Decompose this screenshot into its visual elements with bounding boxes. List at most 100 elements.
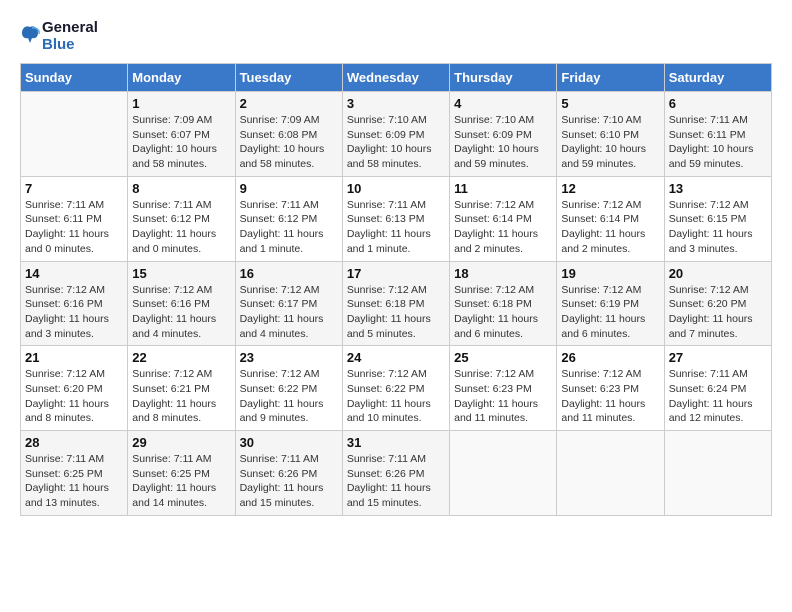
day-number: 28 bbox=[25, 435, 123, 450]
day-cell: 10 Sunrise: 7:11 AM Sunset: 6:13 PM Dayli… bbox=[342, 176, 449, 261]
calendar-header: SundayMondayTuesdayWednesdayThursdayFrid… bbox=[21, 64, 772, 92]
day-info: Sunrise: 7:12 AM Sunset: 6:17 PM Dayligh… bbox=[240, 283, 338, 342]
day-number: 16 bbox=[240, 266, 338, 281]
day-number: 30 bbox=[240, 435, 338, 450]
day-cell: 27 Sunrise: 7:11 AM Sunset: 6:24 PM Dayli… bbox=[664, 346, 771, 431]
day-info: Sunrise: 7:12 AM Sunset: 6:20 PM Dayligh… bbox=[669, 283, 767, 342]
day-cell: 6 Sunrise: 7:11 AM Sunset: 6:11 PM Daylig… bbox=[664, 92, 771, 177]
day-info: Sunrise: 7:12 AM Sunset: 6:14 PM Dayligh… bbox=[561, 198, 659, 257]
day-cell: 1 Sunrise: 7:09 AM Sunset: 6:07 PM Daylig… bbox=[128, 92, 235, 177]
week-row-5: 28 Sunrise: 7:11 AM Sunset: 6:25 PM Dayli… bbox=[21, 431, 772, 516]
day-info: Sunrise: 7:12 AM Sunset: 6:16 PM Dayligh… bbox=[25, 283, 123, 342]
week-row-1: 1 Sunrise: 7:09 AM Sunset: 6:07 PM Daylig… bbox=[21, 92, 772, 177]
day-number: 9 bbox=[240, 181, 338, 196]
day-info: Sunrise: 7:12 AM Sunset: 6:14 PM Dayligh… bbox=[454, 198, 552, 257]
day-info: Sunrise: 7:12 AM Sunset: 6:21 PM Dayligh… bbox=[132, 367, 230, 426]
day-cell: 8 Sunrise: 7:11 AM Sunset: 6:12 PM Daylig… bbox=[128, 176, 235, 261]
header-cell-tuesday: Tuesday bbox=[235, 64, 342, 92]
day-number: 29 bbox=[132, 435, 230, 450]
header-row: SundayMondayTuesdayWednesdayThursdayFrid… bbox=[21, 64, 772, 92]
day-info: Sunrise: 7:12 AM Sunset: 6:15 PM Dayligh… bbox=[669, 198, 767, 257]
header-cell-saturday: Saturday bbox=[664, 64, 771, 92]
day-cell: 22 Sunrise: 7:12 AM Sunset: 6:21 PM Dayli… bbox=[128, 346, 235, 431]
day-info: Sunrise: 7:11 AM Sunset: 6:11 PM Dayligh… bbox=[25, 198, 123, 257]
day-cell: 12 Sunrise: 7:12 AM Sunset: 6:14 PM Dayli… bbox=[557, 176, 664, 261]
header-cell-sunday: Sunday bbox=[21, 64, 128, 92]
day-number: 6 bbox=[669, 96, 767, 111]
day-cell: 29 Sunrise: 7:11 AM Sunset: 6:25 PM Dayli… bbox=[128, 431, 235, 516]
day-cell: 17 Sunrise: 7:12 AM Sunset: 6:18 PM Dayli… bbox=[342, 261, 449, 346]
day-number: 12 bbox=[561, 181, 659, 196]
day-cell: 13 Sunrise: 7:12 AM Sunset: 6:15 PM Dayli… bbox=[664, 176, 771, 261]
day-cell: 24 Sunrise: 7:12 AM Sunset: 6:22 PM Dayli… bbox=[342, 346, 449, 431]
logo: General Blue bbox=[20, 20, 98, 53]
day-info: Sunrise: 7:12 AM Sunset: 6:19 PM Dayligh… bbox=[561, 283, 659, 342]
day-cell: 28Sunrise: 7:11 AM Sunset: 6:25 PM Dayli… bbox=[21, 431, 128, 516]
day-info: Sunrise: 7:12 AM Sunset: 6:16 PM Dayligh… bbox=[132, 283, 230, 342]
day-info: Sunrise: 7:11 AM Sunset: 6:26 PM Dayligh… bbox=[240, 452, 338, 511]
day-cell: 3 Sunrise: 7:10 AM Sunset: 6:09 PM Daylig… bbox=[342, 92, 449, 177]
day-cell bbox=[21, 92, 128, 177]
day-number: 8 bbox=[132, 181, 230, 196]
day-cell: 25Sunrise: 7:12 AM Sunset: 6:23 PM Dayli… bbox=[450, 346, 557, 431]
day-number: 14 bbox=[25, 266, 123, 281]
day-number: 15 bbox=[132, 266, 230, 281]
calendar-table: SundayMondayTuesdayWednesdayThursdayFrid… bbox=[20, 63, 772, 516]
day-info: Sunrise: 7:10 AM Sunset: 6:09 PM Dayligh… bbox=[454, 113, 552, 172]
header-cell-friday: Friday bbox=[557, 64, 664, 92]
day-number: 22 bbox=[132, 350, 230, 365]
day-number: 25 bbox=[454, 350, 552, 365]
day-number: 17 bbox=[347, 266, 445, 281]
day-number: 26 bbox=[561, 350, 659, 365]
day-number: 4 bbox=[454, 96, 552, 111]
header-cell-wednesday: Wednesday bbox=[342, 64, 449, 92]
day-cell: 9Sunrise: 7:11 AM Sunset: 6:12 PM Daylig… bbox=[235, 176, 342, 261]
day-cell: 7 Sunrise: 7:11 AM Sunset: 6:11 PM Daylig… bbox=[21, 176, 128, 261]
day-info: Sunrise: 7:12 AM Sunset: 6:18 PM Dayligh… bbox=[454, 283, 552, 342]
day-info: Sunrise: 7:11 AM Sunset: 6:24 PM Dayligh… bbox=[669, 367, 767, 426]
day-number: 27 bbox=[669, 350, 767, 365]
day-cell bbox=[664, 431, 771, 516]
day-info: Sunrise: 7:12 AM Sunset: 6:22 PM Dayligh… bbox=[347, 367, 445, 426]
day-number: 20 bbox=[669, 266, 767, 281]
day-number: 3 bbox=[347, 96, 445, 111]
day-cell: 23 Sunrise: 7:12 AM Sunset: 6:22 PM Dayli… bbox=[235, 346, 342, 431]
day-info: Sunrise: 7:11 AM Sunset: 6:26 PM Dayligh… bbox=[347, 452, 445, 511]
day-info: Sunrise: 7:11 AM Sunset: 6:11 PM Dayligh… bbox=[669, 113, 767, 172]
day-info: Sunrise: 7:11 AM Sunset: 6:25 PM Dayligh… bbox=[132, 452, 230, 511]
day-number: 7 bbox=[25, 181, 123, 196]
day-info: Sunrise: 7:11 AM Sunset: 6:12 PM Dayligh… bbox=[132, 198, 230, 257]
day-cell: 11 Sunrise: 7:12 AM Sunset: 6:14 PM Dayli… bbox=[450, 176, 557, 261]
day-cell: 20 Sunrise: 7:12 AM Sunset: 6:20 PM Dayli… bbox=[664, 261, 771, 346]
day-info: Sunrise: 7:09 AM Sunset: 6:07 PM Dayligh… bbox=[132, 113, 230, 172]
week-row-4: 21Sunrise: 7:12 AM Sunset: 6:20 PM Dayli… bbox=[21, 346, 772, 431]
day-info: Sunrise: 7:12 AM Sunset: 6:23 PM Dayligh… bbox=[561, 367, 659, 426]
day-cell: 21Sunrise: 7:12 AM Sunset: 6:20 PM Dayli… bbox=[21, 346, 128, 431]
day-number: 24 bbox=[347, 350, 445, 365]
page-header: General Blue bbox=[20, 20, 772, 53]
day-cell: 4 Sunrise: 7:10 AM Sunset: 6:09 PM Daylig… bbox=[450, 92, 557, 177]
header-cell-thursday: Thursday bbox=[450, 64, 557, 92]
day-info: Sunrise: 7:09 AM Sunset: 6:08 PM Dayligh… bbox=[240, 113, 338, 172]
day-info: Sunrise: 7:12 AM Sunset: 6:18 PM Dayligh… bbox=[347, 283, 445, 342]
day-info: Sunrise: 7:11 AM Sunset: 6:13 PM Dayligh… bbox=[347, 198, 445, 257]
day-cell: 14 Sunrise: 7:12 AM Sunset: 6:16 PM Dayli… bbox=[21, 261, 128, 346]
day-number: 23 bbox=[240, 350, 338, 365]
day-info: Sunrise: 7:10 AM Sunset: 6:10 PM Dayligh… bbox=[561, 113, 659, 172]
day-number: 13 bbox=[669, 181, 767, 196]
day-cell: 5 Sunrise: 7:10 AM Sunset: 6:10 PM Daylig… bbox=[557, 92, 664, 177]
day-number: 10 bbox=[347, 181, 445, 196]
day-number: 19 bbox=[561, 266, 659, 281]
day-info: Sunrise: 7:12 AM Sunset: 6:22 PM Dayligh… bbox=[240, 367, 338, 426]
day-number: 5 bbox=[561, 96, 659, 111]
day-number: 1 bbox=[132, 96, 230, 111]
day-number: 31 bbox=[347, 435, 445, 450]
day-cell: 2 Sunrise: 7:09 AM Sunset: 6:08 PM Daylig… bbox=[235, 92, 342, 177]
day-info: Sunrise: 7:10 AM Sunset: 6:09 PM Dayligh… bbox=[347, 113, 445, 172]
day-cell bbox=[450, 431, 557, 516]
day-number: 21 bbox=[25, 350, 123, 365]
day-number: 11 bbox=[454, 181, 552, 196]
day-cell: 19 Sunrise: 7:12 AM Sunset: 6:19 PM Dayli… bbox=[557, 261, 664, 346]
day-cell: 26 Sunrise: 7:12 AM Sunset: 6:23 PM Dayli… bbox=[557, 346, 664, 431]
day-number: 2 bbox=[240, 96, 338, 111]
